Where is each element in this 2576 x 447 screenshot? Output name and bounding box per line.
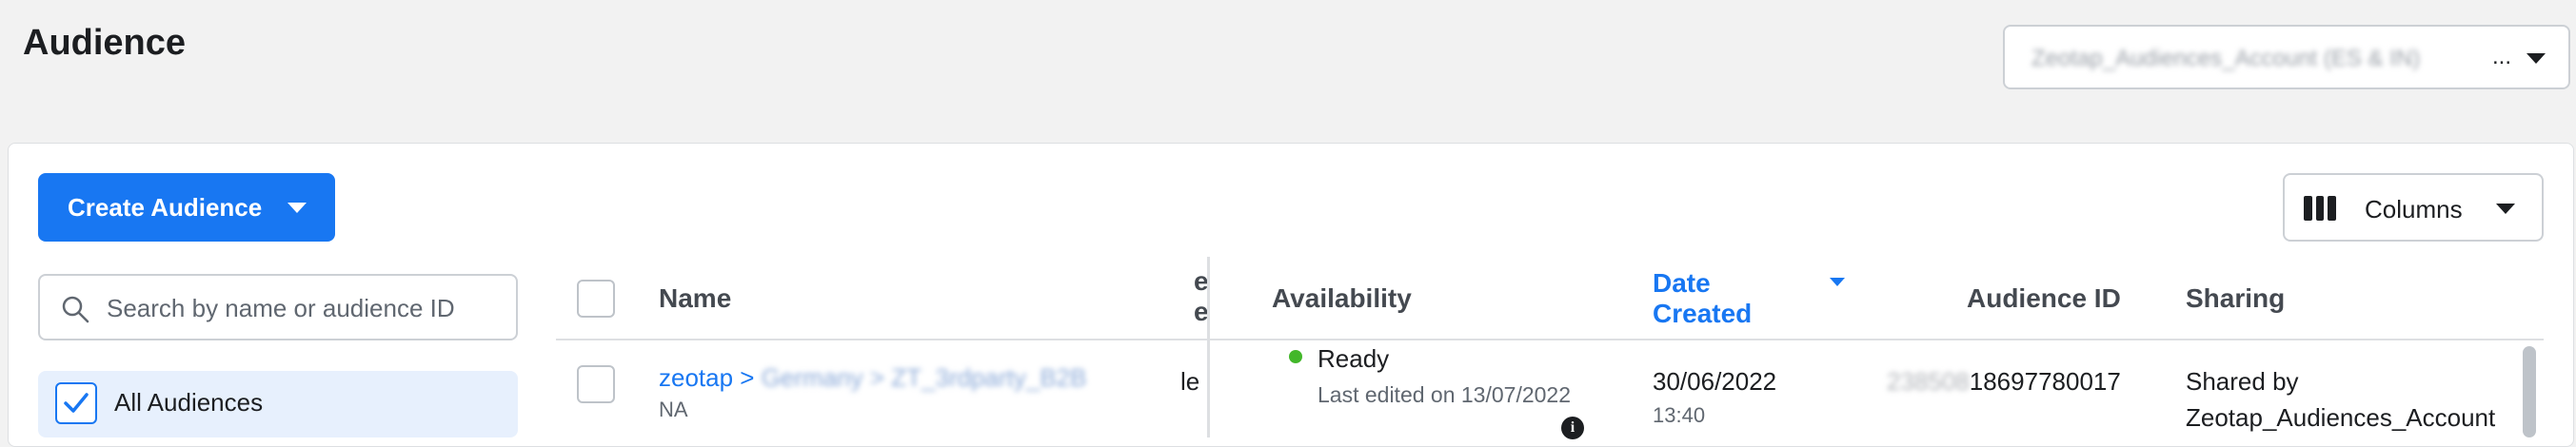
date-created-line2: Created	[1653, 299, 1753, 328]
table-scrollbar[interactable]	[2523, 346, 2536, 437]
audience-type-fragment: le	[1180, 367, 1200, 396]
frozen-column-divider	[1207, 257, 1210, 437]
date-created-value: 30/06/2022	[1653, 367, 1777, 396]
audience-search[interactable]	[38, 274, 518, 340]
info-icon[interactable]: i	[1561, 417, 1584, 439]
search-input[interactable]	[105, 287, 508, 329]
all-audiences-label: All Audiences	[114, 388, 264, 417]
audience-id-visible: 18697780017	[1969, 367, 2121, 396]
audience-name-prefix: zeotap >	[659, 363, 762, 392]
account-name: Zeotap_Audiences_Account (ES & IN)	[2031, 46, 2421, 71]
audience-name-sub: NA	[659, 398, 688, 421]
audience-id-blurred: 238508	[1887, 367, 1970, 396]
create-audience-button[interactable]: Create Audience	[38, 173, 335, 242]
column-header-sharing[interactable]: Sharing	[2186, 283, 2285, 314]
column-header-audience-id[interactable]: Audience ID	[1967, 283, 2121, 314]
row-checkbox[interactable]	[577, 365, 615, 403]
last-edited-text: Last edited on 13/07/2022	[1318, 382, 1572, 407]
sharing-line1: Shared by	[2186, 367, 2299, 396]
columns-icon	[2304, 196, 2337, 221]
sharing-line2: Zeotap_Audiences_Account	[2186, 403, 2496, 432]
table-header-divider	[556, 339, 2544, 340]
chevron-down-icon	[287, 203, 307, 213]
page-title: Audience	[23, 23, 187, 63]
chevron-down-icon	[2496, 204, 2515, 214]
audience-id-value: 23850818697780017	[1887, 367, 2121, 397]
ready-status-dot	[1289, 350, 1302, 363]
column-header-date-created[interactable]: Date Created	[1653, 268, 1752, 329]
availability-status: Ready	[1318, 344, 1390, 373]
select-all-checkbox[interactable]	[577, 280, 615, 318]
column-header-name[interactable]: Name	[659, 283, 731, 314]
create-audience-label: Create Audience	[68, 193, 263, 222]
columns-button[interactable]: Columns	[2283, 173, 2544, 242]
checkmark-icon	[64, 393, 89, 413]
columns-label: Columns	[2365, 195, 2463, 224]
ad-account-selector[interactable]: Zeotap_Audiences_Account (ES & IN) ...	[2003, 25, 2570, 89]
audience-name-blurred: Germany > ZT_3rdparty_B2B	[761, 363, 1087, 392]
audience-name-link[interactable]: zeotap > Germany > ZT_3rdparty_B2B	[659, 363, 1086, 393]
time-created-value: 13:40	[1653, 403, 1706, 427]
column-header-availability[interactable]: Availability	[1272, 283, 1412, 314]
search-icon	[62, 296, 89, 323]
all-audiences-checkbox[interactable]	[55, 382, 97, 424]
chevron-down-icon	[2526, 53, 2546, 64]
account-ellipsis: ...	[2492, 44, 2512, 69]
sort-descending-icon[interactable]	[1830, 278, 1845, 286]
filter-all-audiences[interactable]: All Audiences	[38, 371, 518, 437]
date-created-line1: Date	[1653, 268, 1711, 298]
